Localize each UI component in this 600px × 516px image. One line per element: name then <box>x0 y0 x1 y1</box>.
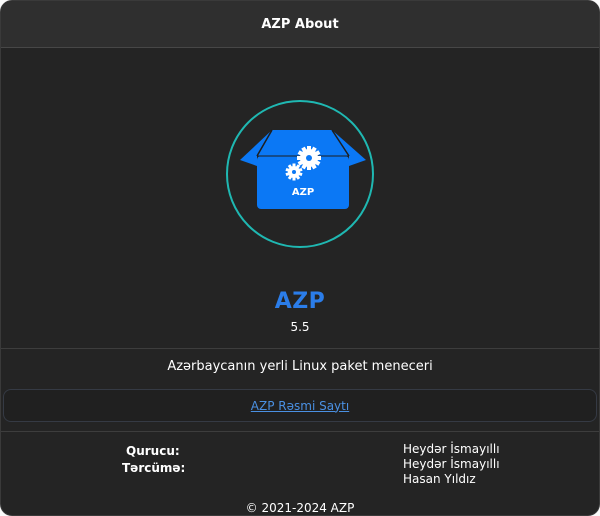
copyright-text: © 2021-2024 AZP <box>245 501 355 515</box>
founder-label: Qurucu: <box>126 444 180 458</box>
package-box-gears-icon: AZP <box>240 129 366 209</box>
divider <box>1 431 599 432</box>
app-version: 5.5 <box>290 320 310 334</box>
divider <box>1 348 599 349</box>
website-link-row[interactable]: AZP Rəsmi Saytı <box>3 389 597 422</box>
translator-label: Tərcümə: <box>122 461 186 475</box>
app-logo: AZP <box>226 100 374 248</box>
credit-name: Heydər İsmayıllı <box>403 442 500 456</box>
credit-name: Heydər İsmayıllı <box>403 457 500 471</box>
window-title: AZP About <box>261 16 339 32</box>
website-link[interactable]: AZP Rəsmi Saytı <box>251 399 349 413</box>
credit-name: Hasan Yıldız <box>403 472 476 486</box>
about-dialog: AZP About AZP AZP 5.5 Azərbaycanın yerli… <box>0 0 600 516</box>
logo-text: AZP <box>292 187 314 198</box>
app-description: Azərbaycanın yerli Linux paket meneceri <box>167 359 433 374</box>
app-name: AZP <box>274 289 326 314</box>
title-bar[interactable]: AZP About <box>1 1 599 48</box>
